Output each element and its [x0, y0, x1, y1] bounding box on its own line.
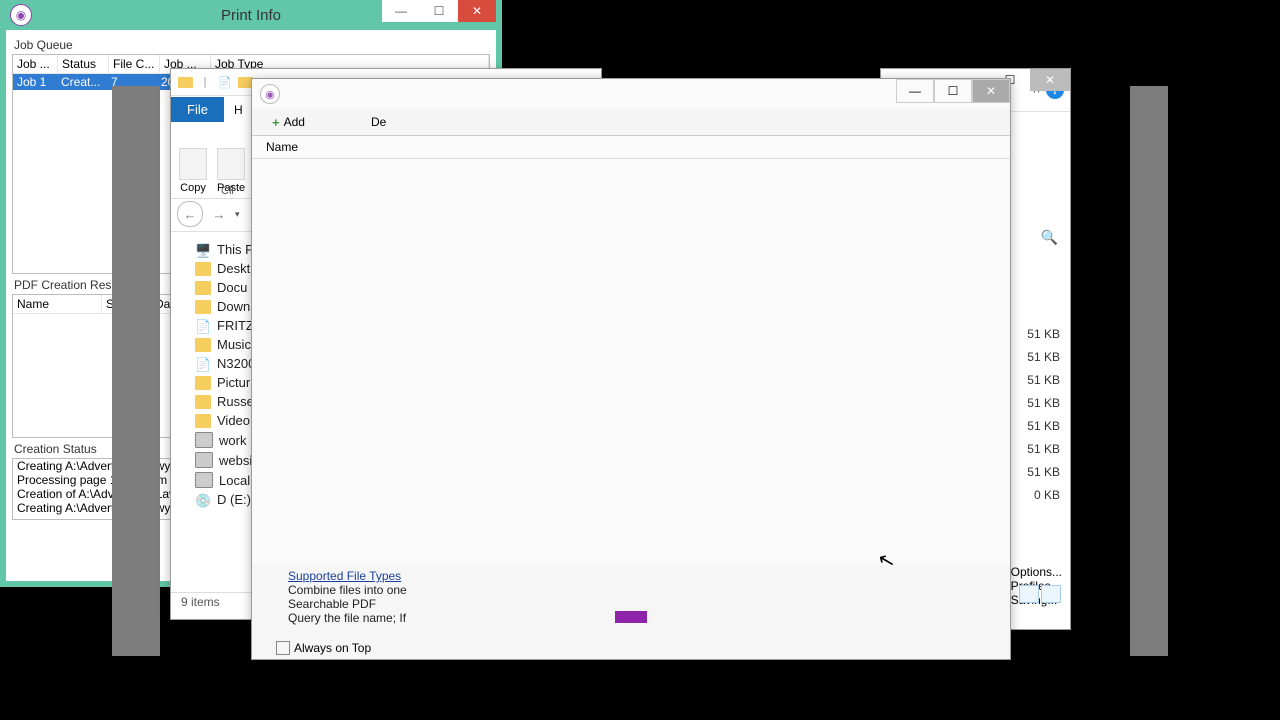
maximize-button[interactable]: ☐ [934, 79, 972, 103]
app-toolbar: Add De [252, 109, 1010, 136]
col-filec[interactable]: File C... [109, 55, 160, 73]
back-button[interactable]: ← [177, 201, 203, 227]
size-cell: 51 KB [1027, 396, 1060, 419]
col-name[interactable]: Name [13, 295, 102, 313]
copy-label: Copy [180, 182, 206, 194]
nav-label: work [219, 433, 246, 448]
add-button[interactable]: Add [266, 113, 311, 132]
dialog-icon: ◉ [10, 4, 32, 26]
nav-label: Down [217, 299, 250, 314]
supported-file-types-link[interactable]: Supported File Types [262, 569, 1000, 583]
folder-icon [177, 74, 193, 90]
cell-status: Creat... [57, 74, 107, 90]
size-cell: 51 KB [1027, 465, 1060, 488]
home-tab[interactable]: H [224, 98, 253, 122]
search-icon[interactable]: 🔍 [1041, 229, 1058, 246]
col-job[interactable]: Job ... [13, 55, 58, 73]
nav-label: Pictur [217, 375, 250, 390]
job-queue-label: Job Queue [14, 38, 490, 52]
nav-label: Music [217, 337, 251, 352]
size-cell: 51 KB [1027, 350, 1060, 373]
searchable-pdf-label: Searchable PDF [262, 597, 1000, 611]
nav-label: Docu [217, 280, 247, 295]
nav-label: Deskt [217, 261, 250, 276]
nav-label: D (E:) [217, 492, 251, 507]
cell-job: Job 1 [13, 74, 57, 90]
app-icon: ◉ [260, 84, 280, 104]
size-cell: 51 KB [1027, 327, 1060, 350]
delete-button[interactable]: De [371, 115, 386, 129]
close-button[interactable]: ✕ [972, 79, 1010, 103]
size-cell: 0 KB [1027, 488, 1060, 511]
nav-label: Local [219, 473, 250, 488]
view-icons [1019, 585, 1061, 603]
history-dropdown-icon[interactable]: ▾ [235, 209, 240, 220]
bg-block-left [112, 86, 160, 656]
add-label: Add [284, 115, 305, 129]
always-on-top-label: Always on Top [294, 641, 371, 655]
window-buttons: — ☐ ✕ [382, 0, 496, 22]
pdf-app-window: ◉ — ☐ ✕ Add De Name Supported File Types… [251, 78, 1011, 660]
always-on-top-checkbox[interactable]: Always on Top [262, 641, 1000, 655]
details-view-icon[interactable] [1019, 585, 1039, 603]
list-header-name[interactable]: Name [252, 136, 1010, 159]
bg-block-right [1130, 86, 1168, 656]
col-status[interactable]: Status [58, 55, 109, 73]
size-cell: 51 KB [1027, 373, 1060, 396]
nav-label: N3200 [217, 356, 255, 371]
file-tab[interactable]: File [171, 97, 224, 122]
close-button[interactable]: ✕ [458, 0, 496, 22]
forward-button[interactable]: → [207, 202, 231, 226]
file-size-column: 51 KB 51 KB 51 KB 51 KB 51 KB 51 KB 51 K… [1027, 327, 1060, 511]
size-cell: 51 KB [1027, 419, 1060, 442]
options-link[interactable]: Options... [1011, 565, 1062, 579]
nav-label: FRITZ [217, 318, 254, 333]
size-cell: 51 KB [1027, 442, 1060, 465]
qat-separator: | [197, 74, 213, 90]
minimize-button[interactable]: — [382, 0, 420, 22]
maximize-button[interactable]: ☐ [420, 0, 458, 22]
tiles-view-icon[interactable] [1041, 585, 1061, 603]
app-bottom-panel: Supported File Types Combine files into … [252, 565, 1010, 659]
progress-bar [615, 611, 647, 623]
dialog-title: Print Info [221, 7, 281, 24]
combine-option-label: Combine files into one [262, 583, 1000, 597]
paste-button[interactable]: Paste [217, 126, 245, 194]
window-buttons: — ☐ ✕ [896, 79, 1010, 103]
nav-label: websi [219, 453, 252, 468]
copy-button[interactable]: Copy [179, 126, 207, 194]
checkbox-icon[interactable] [276, 641, 290, 655]
dialog-titlebar: ◉ Print Info — ☐ ✕ [6, 0, 496, 30]
close-button[interactable]: ✕ [1030, 69, 1070, 91]
minimize-button[interactable]: — [896, 79, 934, 103]
nav-label: Video [217, 413, 250, 428]
properties-icon[interactable]: 📄 [217, 74, 233, 90]
nav-label: Russe [217, 394, 254, 409]
